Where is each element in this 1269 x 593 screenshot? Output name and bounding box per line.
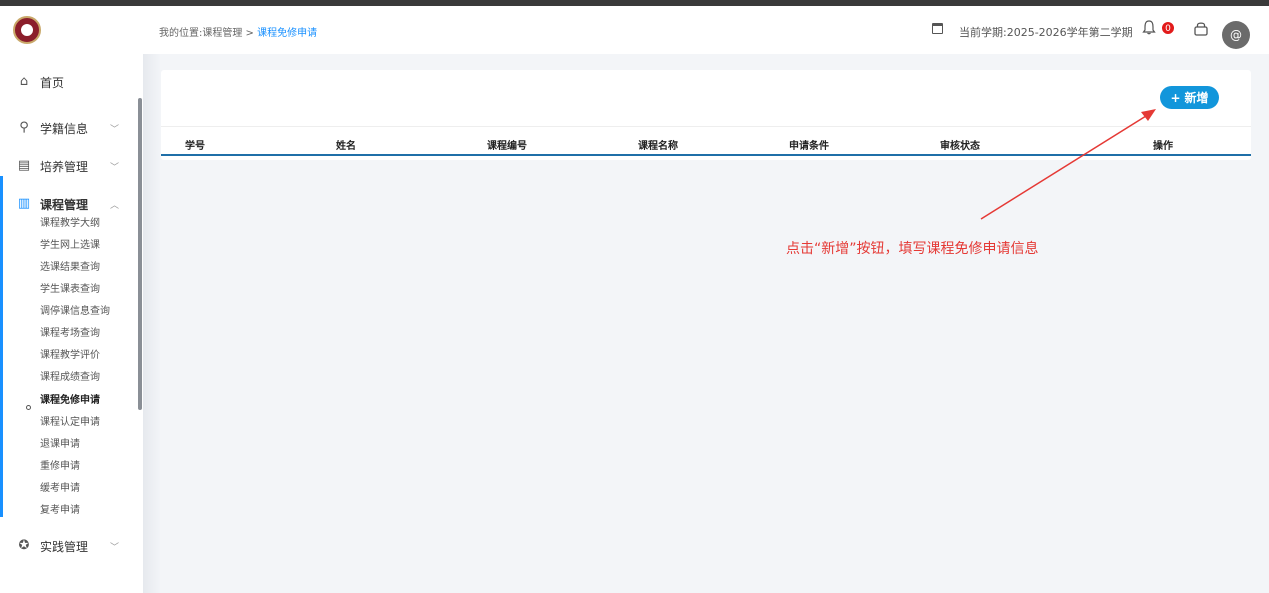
column-header[interactable]: 姓名 [336, 137, 356, 152]
content-shadow [143, 54, 161, 593]
avatar[interactable]: @ [1222, 21, 1250, 49]
notification-badge: 0 [1161, 21, 1175, 35]
breadcrumb: 我的位置:课程管理 > 课程免修申请 [159, 24, 317, 39]
current-semester: 当前学期:2025-2026学年第二学期 [959, 26, 1133, 39]
menu-label: 学籍信息 [40, 121, 89, 136]
sidebar-scrollbar[interactable] [138, 98, 142, 410]
submenu-item[interactable]: 选课结果查询 [40, 261, 100, 275]
column-header[interactable]: 审核状态 [940, 137, 980, 152]
submenu-item-active[interactable]: 课程免修申请 [40, 394, 100, 408]
lock-icon[interactable] [1193, 20, 1209, 36]
add-button[interactable]: + 新增 [1160, 86, 1219, 109]
user-icon: ⚲ [19, 120, 29, 135]
active-menu-indicator [0, 176, 3, 517]
active-dot-icon [26, 405, 31, 410]
submenu-item[interactable]: 学生网上选课 [40, 239, 100, 253]
menu-item-training[interactable]: ▤ 培养管理 ﹀ [0, 152, 140, 180]
home-icon: ⌂ [19, 74, 29, 89]
submenu-item[interactable]: 复考申请 [40, 504, 80, 518]
chevron-up-icon: ︿ [110, 200, 120, 211]
submenu-item[interactable]: 课程成绩查询 [40, 371, 100, 385]
column-header[interactable]: 操作 [1153, 137, 1173, 152]
submenu-item[interactable]: 课程考场查询 [40, 327, 100, 341]
menu-item-student-status[interactable]: ⚲ 学籍信息 ﹀ [0, 114, 140, 142]
submenu-item[interactable]: 缓考申请 [40, 482, 80, 496]
column-header[interactable]: 申请条件 [789, 137, 829, 152]
star-icon: ✪ [18, 538, 30, 553]
menu-item-course-management[interactable]: ▥ 课程管理 ︿ [0, 190, 140, 218]
table-header: 学号 姓名 课程编号 课程名称 申请条件 审核状态 操作 [161, 126, 1251, 156]
menu-item-practice[interactable]: ✪ 实践管理 ﹀ [0, 532, 140, 560]
submenu-item[interactable]: 调停课信息查询 [40, 305, 110, 319]
submenu-item[interactable]: 学生课表查询 [40, 283, 100, 297]
header: 我的位置:课程管理 > 课程免修申请 当前学期:2025-2026学年第二学期 … [143, 6, 1269, 54]
menu-label: 课程管理 [40, 197, 89, 212]
breadcrumb-prefix: 我的位置:课程管理 > [159, 28, 258, 39]
menu-label: 实践管理 [40, 539, 89, 554]
plus-icon: + [1170, 90, 1181, 105]
document-icon: ▤ [17, 158, 31, 173]
submenu-item[interactable]: 课程教学评价 [40, 349, 100, 363]
column-header[interactable]: 课程名称 [638, 137, 678, 152]
submenu-item[interactable]: 退课申请 [40, 438, 80, 452]
submenu-item[interactable]: 重修申请 [40, 460, 80, 474]
chart-icon: ▥ [17, 196, 31, 211]
chevron-down-icon: ﹀ [110, 162, 120, 173]
menu-label: 首页 [40, 75, 65, 90]
breadcrumb-current[interactable]: 课程免修申请 [257, 28, 317, 39]
add-button-label: 新增 [1184, 91, 1209, 105]
menu-label: 培养管理 [40, 159, 89, 174]
submenu-item[interactable]: 课程教学大纲 [40, 217, 100, 231]
column-header[interactable]: 课程编号 [487, 137, 527, 152]
column-header[interactable]: 学号 [185, 137, 205, 152]
chevron-down-icon: ﹀ [110, 124, 120, 135]
calendar-icon [932, 23, 943, 34]
university-logo [13, 16, 41, 44]
bell-icon[interactable] [1142, 20, 1156, 35]
sidebar: ⌂ 首页 ⚲ 学籍信息 ﹀ ▤ 培养管理 ﹀ ▥ 课程管理 ︿ 课程教学大纲 学… [0, 6, 143, 593]
chevron-down-icon: ﹀ [110, 542, 120, 553]
annotation-text: 点击“新增”按钮，填写课程免修申请信息 [786, 241, 1039, 257]
submenu-item[interactable]: 课程认定申请 [40, 416, 100, 430]
menu-item-home[interactable]: ⌂ 首页 [0, 68, 140, 96]
